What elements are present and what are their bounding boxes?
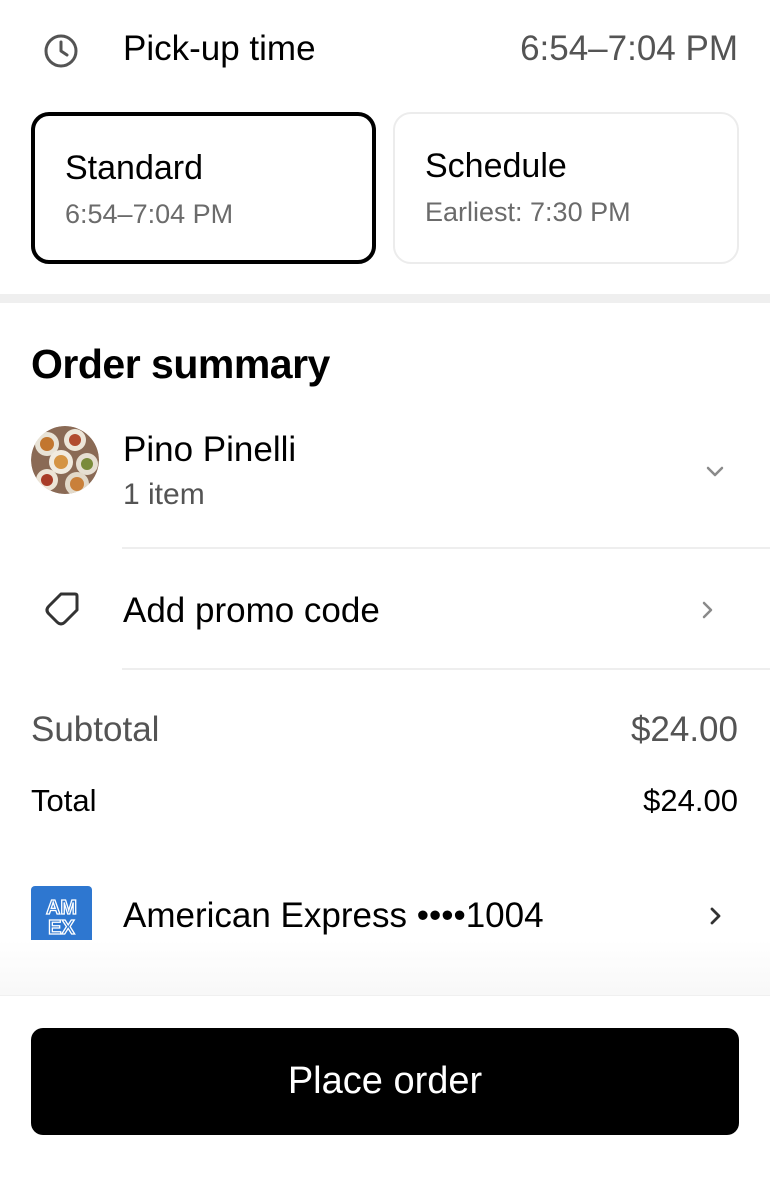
section-divider bbox=[0, 294, 770, 303]
pickup-time-value: 6:54–7:04 PM bbox=[520, 29, 738, 68]
chevron-right-icon bbox=[710, 907, 721, 925]
checkout-screen: Pick-up time 6:54–7:04 PM Standard 6:54–… bbox=[0, 0, 770, 1200]
payment-method-label: American Express ••••1004 bbox=[123, 896, 544, 935]
tag-icon bbox=[45, 592, 79, 626]
standard-option-time: 6:54–7:04 PM bbox=[65, 199, 234, 229]
pickup-time-row: Pick-up time 6:54–7:04 PM bbox=[0, 0, 770, 100]
chevron-right-icon bbox=[702, 601, 713, 619]
store-avatar bbox=[31, 426, 99, 494]
schedule-option-time: Earliest: 7:30 PM bbox=[425, 197, 631, 227]
amex-logo: AM EX bbox=[31, 886, 92, 947]
clock-icon bbox=[44, 34, 78, 68]
bottom-shade bbox=[0, 940, 770, 1000]
standard-option-title: Standard bbox=[65, 149, 203, 187]
store-row[interactable]: Pino Pinelli 1 item bbox=[0, 410, 770, 548]
subtotal-value: $24.00 bbox=[630, 710, 738, 749]
store-item-count: 1 item bbox=[123, 478, 205, 511]
row-divider bbox=[122, 668, 770, 670]
total-value: $24.00 bbox=[643, 783, 738, 818]
order-summary-heading: Order summary bbox=[31, 341, 330, 387]
total-label: Total bbox=[31, 783, 97, 818]
pickup-time-label: Pick-up time bbox=[123, 29, 316, 68]
svg-text:AM: AM bbox=[46, 897, 77, 919]
row-divider bbox=[122, 547, 770, 549]
subtotal-label: Subtotal bbox=[31, 710, 160, 749]
store-name: Pino Pinelli bbox=[123, 430, 297, 469]
chevron-down-icon[interactable] bbox=[704, 460, 726, 482]
place-order-button[interactable]: Place order bbox=[31, 1028, 739, 1135]
schedule-option-card[interactable]: Schedule Earliest: 7:30 PM bbox=[393, 112, 739, 264]
svg-text:EX: EX bbox=[48, 917, 75, 939]
schedule-option-title: Schedule bbox=[425, 147, 567, 185]
add-promo-code-row[interactable]: Add promo code bbox=[0, 550, 770, 668]
add-promo-code-label: Add promo code bbox=[123, 591, 380, 630]
standard-option-card[interactable]: Standard 6:54–7:04 PM bbox=[31, 112, 376, 264]
